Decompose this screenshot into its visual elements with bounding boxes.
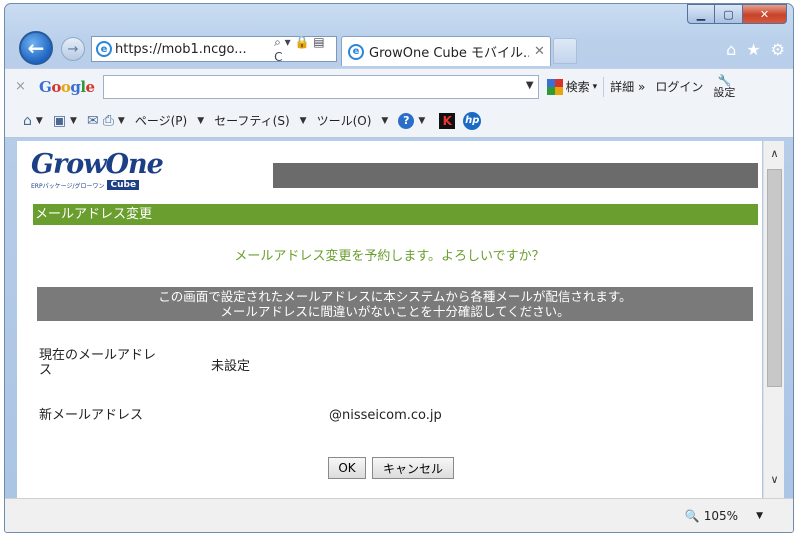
logo-tagline: ERPパッケージ/グローワン [31, 182, 105, 190]
search-label: 検索 [565, 80, 590, 94]
zoom-icon: 🔍 [684, 509, 700, 523]
ie-page-icon: e [96, 41, 112, 57]
tab-title: GrowOne Cube モバイル... [369, 46, 529, 61]
page-menu[interactable]: ページ(P) [135, 112, 187, 129]
command-bar: ⌂ ▼ ▣ ▼ ✉ ⎙ ▼ ページ(P) ▼ セーフティ(S) ▼ ツール(O) ▼ ? ▼ … [5, 104, 793, 138]
safety-menu[interactable]: セーフティ(S) [214, 112, 290, 129]
chevron-down-icon[interactable]: ▼ [756, 511, 763, 521]
home-icon[interactable]: ⌂ [726, 40, 736, 59]
wrench-icon: 🔧 [717, 73, 732, 87]
forward-button[interactable]: → [61, 37, 85, 61]
address-bar[interactable]: e https://mob1.ncgo... ⌕ ▾ 🔒 ▤ C [91, 35, 337, 64]
chevron-down-icon[interactable]: ▼ [418, 116, 425, 126]
browser-window: ▁ ▢ ✕ ← → e https://mob1.ncgo... ⌕ ▾ 🔒 ▤… [4, 3, 794, 533]
header-bar [273, 163, 758, 188]
navigation-row: ← → e https://mob1.ncgo... ⌕ ▾ 🔒 ▤ C e G… [5, 28, 793, 68]
print-icon[interactable]: ⎙ [103, 113, 114, 129]
scrollbar-thumb[interactable] [767, 169, 782, 387]
address-tools[interactable]: ⌕ ▾ 🔒 ▤ C [274, 35, 336, 64]
home-icon[interactable]: ⌂ [23, 113, 32, 129]
gear-icon[interactable]: ⚙ [771, 40, 785, 59]
close-window-button[interactable]: ✕ [743, 4, 787, 24]
cancel-button[interactable]: キャンセル [372, 457, 454, 479]
close-toolbar-icon[interactable]: × [15, 79, 29, 94]
page-content: GrowOne ERPパッケージ/グローワン Cube メールアドレス変更 メー… [17, 141, 762, 498]
hp-icon[interactable]: hp [463, 111, 482, 130]
logo-subline: ERPパッケージ/グローワン Cube [31, 180, 163, 190]
google-search-button[interactable]: 検索 ▾ [546, 78, 598, 95]
new-email-label: 新メールアドレス [39, 408, 144, 423]
vertical-scrollbar[interactable]: ∧ ∨ [763, 141, 784, 498]
scroll-up-icon[interactable]: ∧ [764, 143, 785, 163]
notice-box: この画面で設定されたメールアドレスに本システムから各種メールが配信されます。 メ… [37, 287, 753, 321]
chevron-down-icon[interactable]: ▼ [118, 116, 125, 126]
chevron-down-icon: ▼ [197, 115, 205, 126]
address-text[interactable]: https://mob1.ncgo... [115, 42, 271, 57]
back-button[interactable]: ← [19, 31, 53, 65]
logo-main-text: GrowOne [31, 149, 164, 180]
zoom-control[interactable]: 🔍 105% ▼ [685, 509, 763, 523]
feed-icon[interactable]: ▣ [53, 113, 66, 129]
zoom-level: 105% [703, 509, 739, 523]
tab-ie-icon: e [348, 43, 364, 60]
new-tab-button[interactable] [553, 38, 577, 64]
window-controls: ▁ ▢ ✕ [687, 4, 787, 24]
notice-line-2: メールアドレスに間違いがないことを十分確認してください。 [220, 304, 570, 319]
scroll-down-icon[interactable]: ∨ [764, 469, 785, 489]
details-button[interactable]: 詳細 » [610, 78, 645, 95]
growone-logo: GrowOne ERPパッケージ/グローワン Cube [31, 149, 164, 190]
notice-line-1: この画面で設定されたメールアドレスに本システムから各種メールが配信されます。 [158, 289, 632, 304]
tab-close-icon[interactable]: ✕ [534, 44, 545, 59]
logo-cube-badge: Cube [107, 180, 140, 190]
google-search-icon [546, 78, 563, 95]
chevron-down-icon: ▼ [299, 115, 307, 126]
chevron-down-icon[interactable]: ▼ [70, 116, 77, 126]
current-email-value: 未設定 [211, 359, 251, 374]
button-row: OK キャンセル [328, 457, 454, 479]
tools-menu[interactable]: ツール(O) [317, 112, 372, 129]
confirm-message: メールアドレス変更を予約します。よろしいですか？ [234, 249, 545, 264]
login-button[interactable]: ログイン [655, 78, 703, 95]
chevron-down-icon[interactable]: ▼ [36, 116, 43, 126]
maximize-button[interactable]: ▢ [715, 4, 743, 24]
favorites-icon[interactable]: ★ [746, 40, 760, 59]
ok-button[interactable]: OK [328, 457, 366, 479]
google-toolbar: × Google ▼ 検索 ▾ 詳細 » ログイン 🔧 設定 [5, 68, 793, 104]
back-arrow-icon: ← [27, 36, 45, 60]
help-icon[interactable]: ? [398, 112, 415, 129]
new-email-value: @nisseicom.co.jp [329, 408, 442, 423]
chevron-down-icon[interactable]: ▼ [526, 80, 534, 91]
settings-label: 設定 [713, 85, 736, 99]
chevron-down-icon: ▾ [592, 81, 598, 92]
chevron-down-icon: ▼ [381, 115, 389, 126]
forward-arrow-icon: → [67, 41, 79, 57]
status-bar: 🔍 105% ▼ [5, 498, 793, 532]
kaspersky-icon[interactable]: K [439, 112, 456, 129]
settings-button[interactable]: 🔧 設定 [713, 73, 736, 99]
google-logo: Google [39, 77, 95, 96]
google-search-input[interactable]: ▼ [102, 74, 539, 99]
section-title: メールアドレス変更 [33, 204, 758, 225]
mail-icon[interactable]: ✉ [87, 113, 99, 129]
minimize-button[interactable]: ▁ [687, 4, 715, 24]
browser-right-icons: ⌂ ★ ⚙ [726, 40, 785, 59]
current-email-label: 現在のメールアドレス [39, 348, 157, 378]
tab-growone[interactable]: e GrowOne Cube モバイル... ✕ [341, 36, 551, 66]
separator [603, 76, 605, 97]
